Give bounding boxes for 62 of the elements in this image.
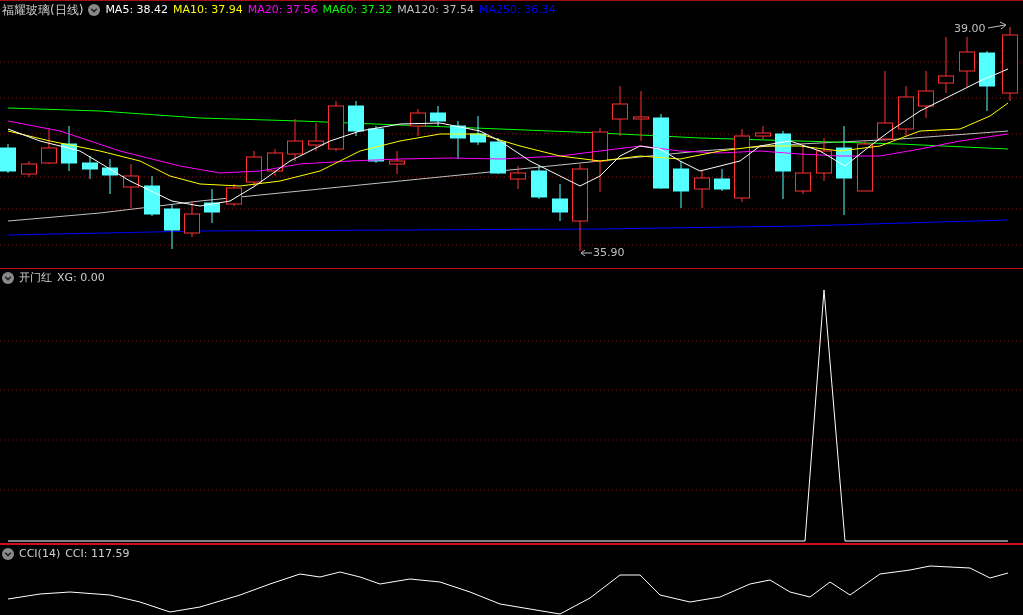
candlestick xyxy=(204,188,220,224)
candlestick xyxy=(410,108,426,137)
candlestick xyxy=(755,125,771,140)
candlestick xyxy=(694,170,710,209)
candlestick xyxy=(714,168,730,192)
moving-average-value: MA60: 37.32 xyxy=(322,3,393,17)
candlestick xyxy=(164,203,180,250)
indicator-name: CCI(14) xyxy=(19,547,61,561)
candlestick xyxy=(857,140,873,192)
candlestick xyxy=(348,100,364,137)
candlestick xyxy=(61,125,77,172)
candlestick xyxy=(552,183,568,222)
candlestick xyxy=(328,100,344,152)
candlestick xyxy=(123,163,139,209)
indicator-name: 开门红 xyxy=(19,271,52,285)
candlestick xyxy=(877,70,893,142)
candlestick xyxy=(246,150,262,187)
candlestick xyxy=(226,183,242,207)
candlestick xyxy=(102,158,118,195)
candlestick xyxy=(673,160,689,209)
chevron-down-icon[interactable] xyxy=(88,4,101,16)
candlestick xyxy=(816,137,832,182)
candlestick xyxy=(184,200,200,238)
low-price-label: 35.90 xyxy=(593,246,625,259)
candlestick xyxy=(82,155,98,180)
candlestick xyxy=(633,90,649,142)
candlestick xyxy=(959,36,975,88)
moving-average-value: MA250: 36.34 xyxy=(478,3,556,17)
candlestick xyxy=(795,145,811,195)
candlestick xyxy=(41,127,57,165)
leader-arrow xyxy=(580,249,593,257)
moving-average-value: MA20: 37.56 xyxy=(247,3,318,17)
candlestick xyxy=(0,143,16,174)
chevron-down-icon[interactable] xyxy=(2,272,14,284)
candlestick xyxy=(775,130,791,200)
high-price-label: 39.00 xyxy=(954,22,986,35)
candlestick xyxy=(308,122,324,152)
candlestick xyxy=(898,85,914,137)
candlestick xyxy=(592,127,608,193)
moving-average-value: MA120: 37.54 xyxy=(397,3,474,17)
indicator-reading: CCI: 117.59 xyxy=(65,547,130,561)
candlestick xyxy=(531,165,547,200)
candlestick xyxy=(21,160,37,178)
candlestick xyxy=(450,120,466,160)
candlestick xyxy=(918,70,934,119)
candlestick xyxy=(389,150,405,175)
leader-arrow xyxy=(987,21,1007,30)
stock-title: 福耀玻璃(日线) xyxy=(2,3,84,17)
candlestick xyxy=(938,36,954,94)
candlestick xyxy=(144,175,160,217)
indicator-reading: XG: 0.00 xyxy=(57,271,105,285)
candlestick xyxy=(490,137,506,175)
moving-average-value: MA10: 37.94 xyxy=(173,3,243,17)
moving-average-value: MA5: 38.42 xyxy=(105,3,169,17)
chevron-down-icon[interactable] xyxy=(2,548,14,560)
candlestick xyxy=(287,118,303,162)
candlestick xyxy=(510,165,526,190)
candlestick xyxy=(612,85,628,137)
candlestick xyxy=(430,105,446,127)
candlestick xyxy=(267,148,283,177)
candlestick xyxy=(979,50,995,112)
candlestick xyxy=(470,115,486,146)
